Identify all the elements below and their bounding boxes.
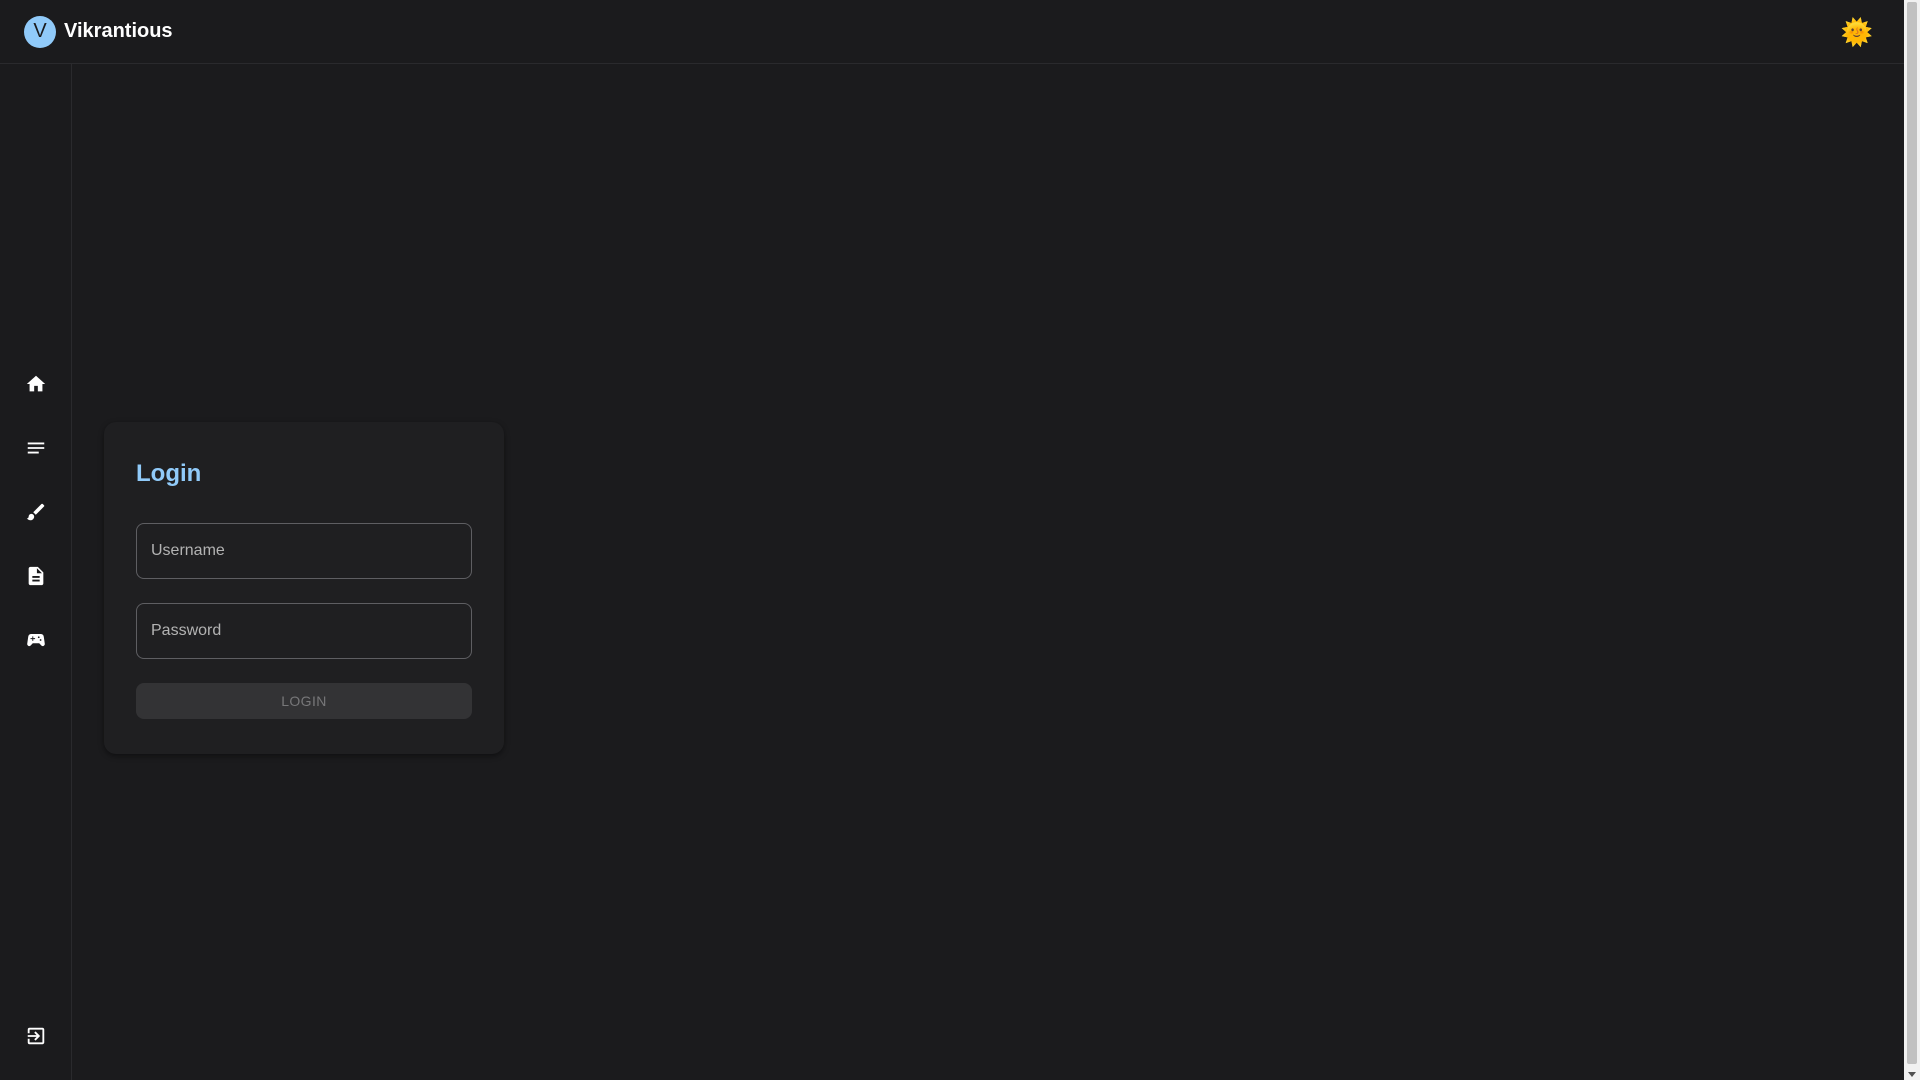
login-card: Login LOGIN [104,422,504,754]
sun-icon: 🌞 [1840,17,1874,47]
username-input[interactable] [137,524,471,578]
sidebar-item-documents[interactable] [16,556,56,596]
sidebar-item-posts[interactable] [16,428,56,468]
username-field[interactable] [136,523,472,579]
password-field[interactable] [136,603,472,659]
brand-link[interactable]: V Vikrantious [24,15,173,48]
password-input[interactable] [137,604,471,658]
brush-icon [26,503,45,521]
sidebar [0,64,72,1080]
sidebar-item-home[interactable] [16,364,56,404]
home-icon [26,375,46,392]
logout-icon [27,1027,45,1045]
sidebar-item-art[interactable] [16,492,56,532]
document-icon [28,566,44,586]
scroll-down-arrow-icon[interactable] [1908,1072,1916,1077]
login-button[interactable]: LOGIN [136,683,472,719]
brand-avatar: V [24,15,56,48]
app-root: V Vikrantious 🌞 Login Username LOGIN [0,0,1920,1080]
notes-icon [27,442,45,454]
top-app-bar: V Vikrantious 🌞 [0,0,1904,64]
login-title: Login [136,460,202,487]
sidebar-item-logout[interactable] [16,1016,56,1056]
theme-toggle-button[interactable]: 🌞 [1840,15,1874,49]
brand-name: Vikrantious [64,20,173,42]
scrollbar-thumb[interactable] [1907,2,1917,1064]
gamepad-icon [27,634,45,647]
vertical-scrollbar[interactable] [1904,0,1920,1080]
sidebar-item-games[interactable] [16,620,56,660]
